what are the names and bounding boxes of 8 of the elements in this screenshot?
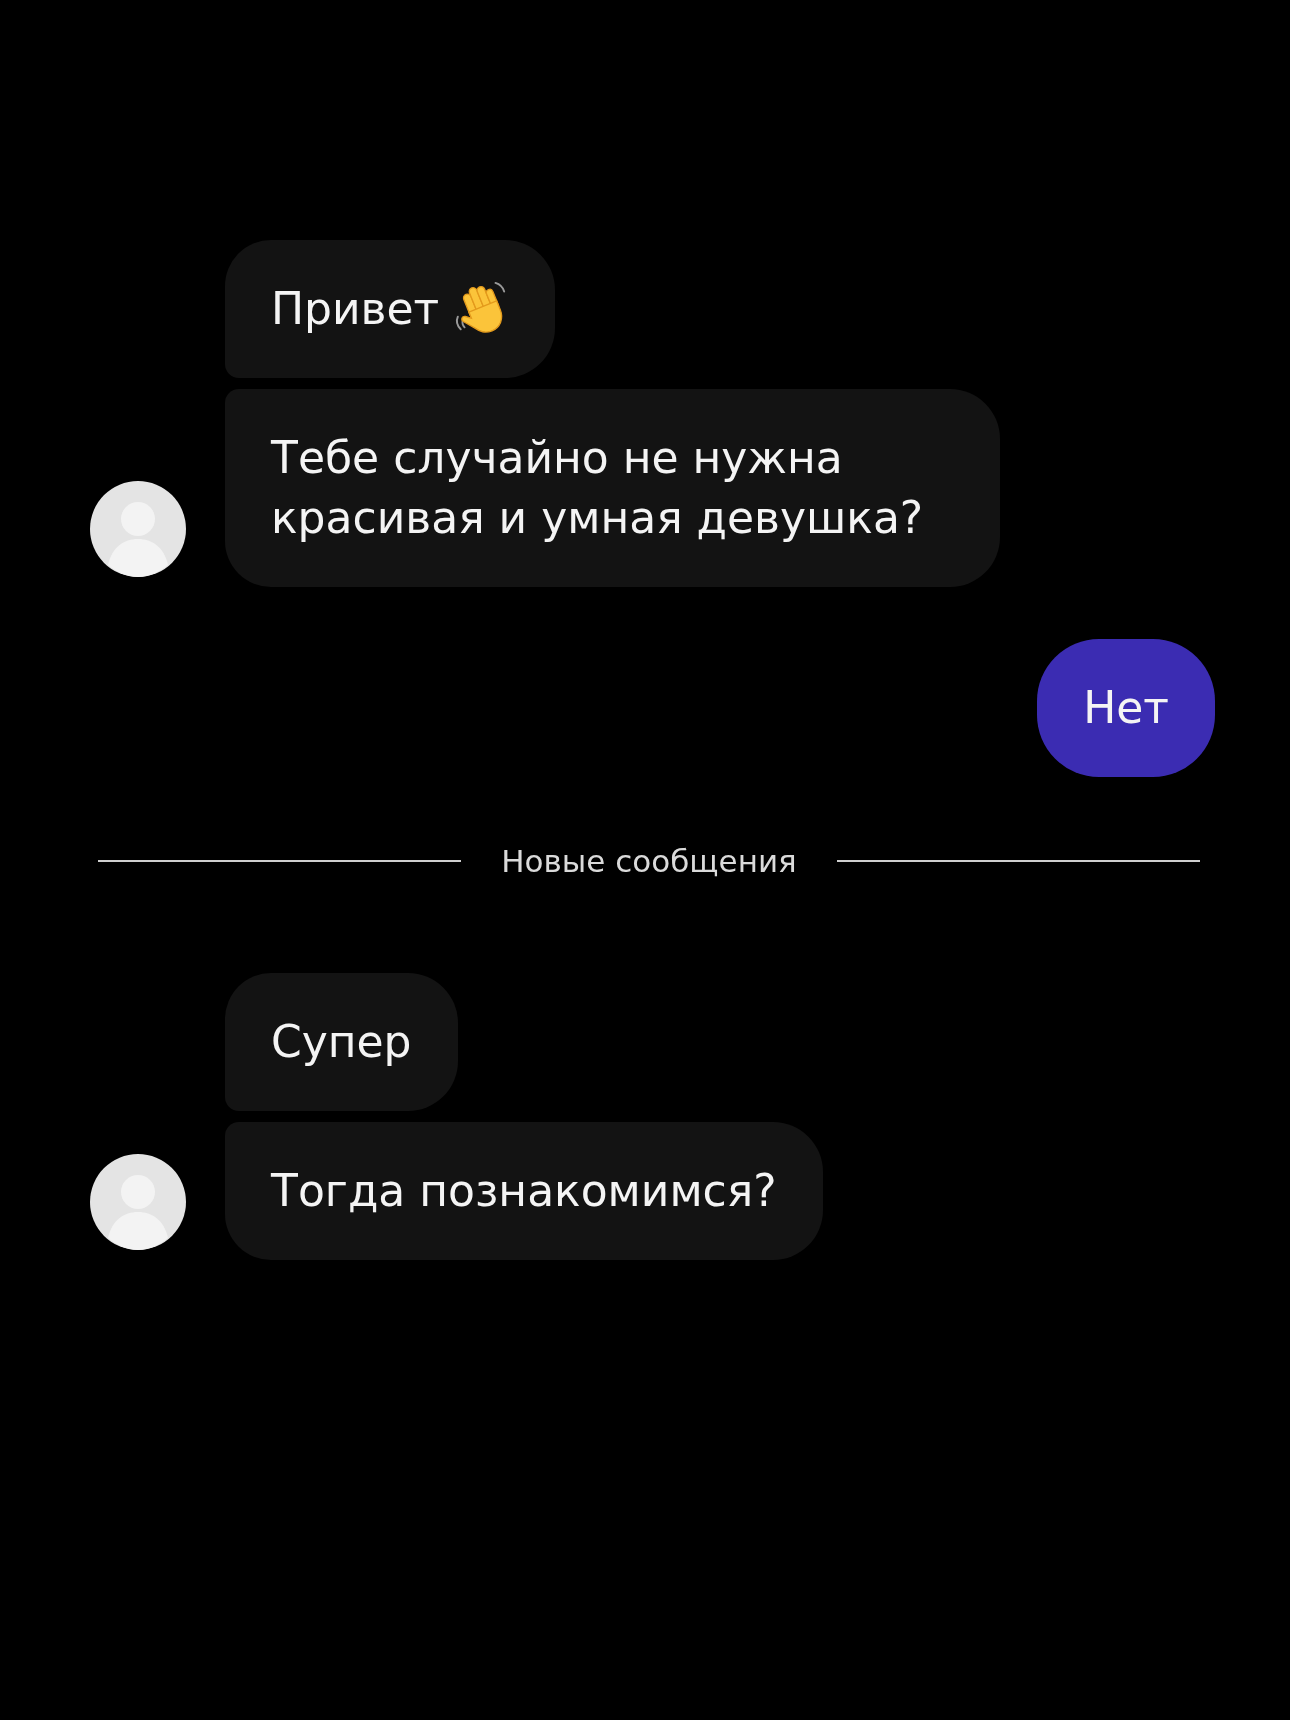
message-text: Тебе случайно не нужна красивая и умная девушка? [271,432,924,543]
new-messages-label: Новые сообщения [501,843,797,879]
message-text: Тогда познакомимся? [271,1165,777,1216]
message-text: Привет [271,283,440,334]
avatar-icon [90,481,186,577]
avatar-icon [90,1154,186,1250]
message-text: Нет [1083,682,1169,733]
message-text: Супер [271,1016,412,1067]
